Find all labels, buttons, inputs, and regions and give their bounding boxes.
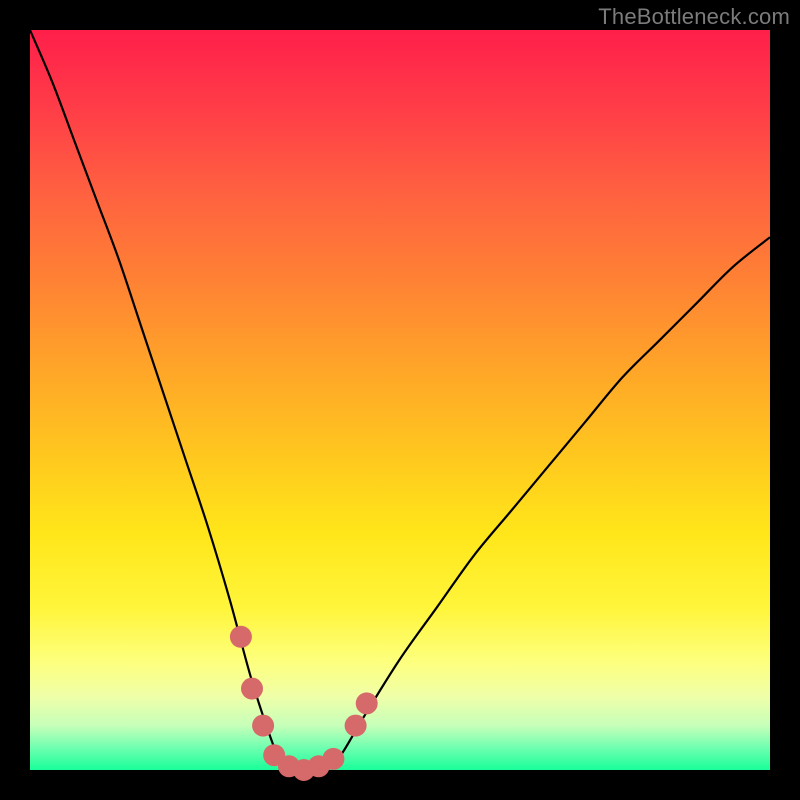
curve-marker [322,748,344,770]
curve-marker [345,715,367,737]
curve-marker [252,715,274,737]
curve-markers [230,626,378,781]
bottleneck-curve-path [30,30,770,771]
chart-frame: TheBottleneck.com [0,0,800,800]
curve-svg [30,30,770,770]
watermark-text: TheBottleneck.com [598,4,790,30]
plot-area [30,30,770,770]
curve-marker [230,626,252,648]
curve-marker [356,692,378,714]
curve-marker [241,678,263,700]
